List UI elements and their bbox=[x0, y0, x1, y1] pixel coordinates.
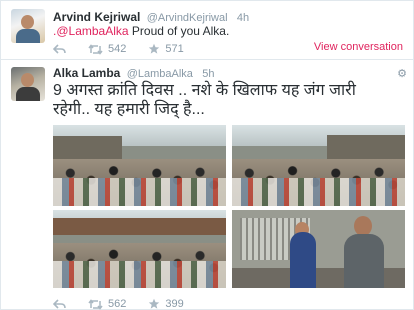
tweet-text: .@LambaAlka Proud of you Alka. bbox=[53, 24, 229, 38]
star-icon bbox=[149, 43, 160, 54]
avatar-face bbox=[21, 73, 34, 87]
tweet-header: Alka Lamba @LambaAlka 5h bbox=[53, 66, 215, 80]
view-conversation-link[interactable]: View conversation bbox=[314, 41, 403, 53]
reply-icon bbox=[53, 43, 66, 54]
photo-people bbox=[53, 177, 226, 206]
tweet-text: 9 अगस्त क्रांति दिवस .. नशे के खिलाफ यह … bbox=[53, 82, 356, 118]
photo-crowd-1[interactable] bbox=[53, 125, 226, 206]
favorite-count: 571 bbox=[165, 43, 184, 55]
avatar-face bbox=[21, 15, 34, 29]
photo-alka-lamba[interactable] bbox=[232, 210, 405, 288]
retweet-button[interactable]: 562 bbox=[88, 298, 126, 310]
retweet-count: 562 bbox=[108, 298, 127, 310]
star-icon bbox=[149, 298, 160, 309]
reply-button[interactable] bbox=[53, 298, 66, 310]
photo-building bbox=[327, 134, 405, 160]
retweet-icon bbox=[88, 298, 103, 310]
photo-woman bbox=[290, 232, 316, 288]
more-options-icon[interactable]: ⚙ bbox=[397, 67, 407, 80]
author-handle[interactable]: @LambaAlka bbox=[127, 68, 193, 80]
photo-man bbox=[344, 234, 384, 288]
photo-grid bbox=[53, 125, 405, 288]
avatar-body bbox=[16, 29, 40, 43]
favorite-count: 399 bbox=[165, 298, 184, 310]
reply-button[interactable] bbox=[53, 43, 66, 55]
avatar[interactable] bbox=[11, 9, 45, 43]
retweet-count: 542 bbox=[108, 43, 127, 55]
tweet-actions: 562 399 bbox=[53, 298, 206, 310]
tweet-time[interactable]: 5h bbox=[202, 68, 214, 80]
photo-crowd-3[interactable] bbox=[53, 210, 226, 288]
author-handle[interactable]: @ArvindKejriwal bbox=[147, 12, 228, 24]
author-name[interactable]: Alka Lamba bbox=[53, 66, 120, 80]
mention-link[interactable]: .@LambaAlka bbox=[53, 24, 129, 38]
favorite-button[interactable]: 571 bbox=[148, 43, 184, 55]
tweet-header: Arvind Kejriwal @ArvindKejriwal 4h bbox=[53, 10, 249, 24]
tweet-lamba[interactable]: Alka Lamba @LambaAlka 5h ⚙ 9 अगस्त क्रां… bbox=[1, 60, 413, 310]
avatar-body bbox=[16, 87, 40, 101]
photo-man-face bbox=[354, 216, 372, 236]
tweet-kejriwal[interactable]: Arvind Kejriwal @ArvindKejriwal 4h .@Lam… bbox=[1, 1, 413, 60]
retweet-button[interactable]: 542 bbox=[88, 43, 126, 55]
photo-building bbox=[53, 136, 123, 161]
avatar[interactable] bbox=[11, 67, 45, 101]
author-name[interactable]: Arvind Kejriwal bbox=[53, 10, 140, 24]
photo-people bbox=[232, 177, 405, 206]
favorite-button[interactable]: 399 bbox=[148, 298, 184, 310]
tweet-body: Proud of you Alka. bbox=[128, 24, 230, 38]
photo-crowd-2[interactable] bbox=[232, 125, 405, 206]
retweet-icon bbox=[88, 43, 103, 55]
timeline: Arvind Kejriwal @ArvindKejriwal 4h .@Lam… bbox=[0, 0, 414, 310]
photo-shops bbox=[53, 217, 226, 235]
tweet-actions: 542 571 bbox=[53, 43, 206, 55]
photo-people bbox=[53, 260, 226, 288]
reply-icon bbox=[53, 298, 66, 309]
tweet-time[interactable]: 4h bbox=[237, 12, 249, 24]
